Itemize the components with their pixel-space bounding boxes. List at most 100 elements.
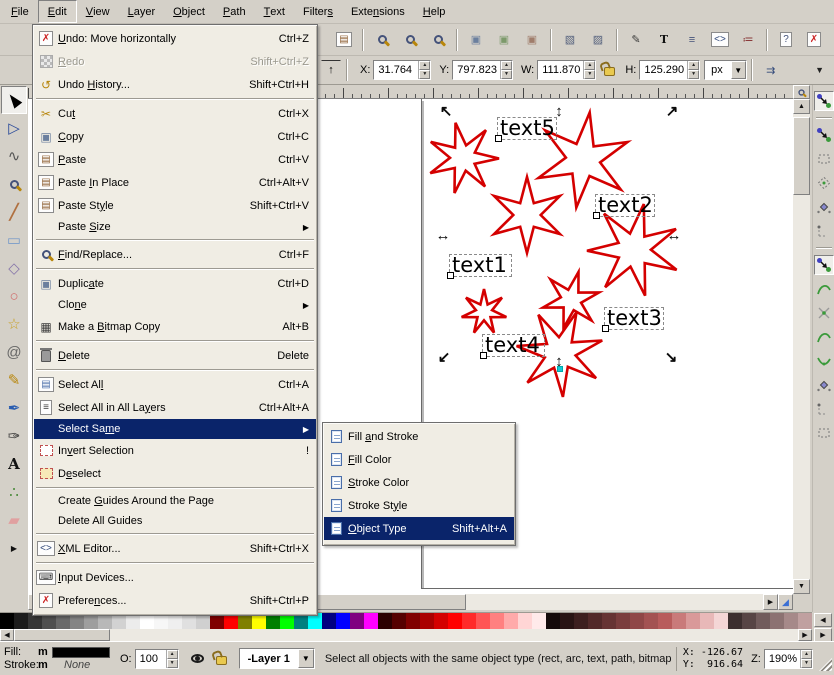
snap-paths-icon[interactable]: [814, 279, 834, 299]
lock-ratio-icon[interactable]: [604, 67, 615, 76]
menubar-item-view[interactable]: View: [77, 0, 119, 23]
edit-menu-item-undo-history[interactable]: ↺Undo History...Shift+Ctrl+H: [34, 73, 316, 96]
zoom-selection-icon[interactable]: [397, 27, 423, 53]
ruler-corner-zoom-icon[interactable]: [793, 85, 810, 99]
edit-menu-item-paste[interactable]: ▤PasteCtrl+V: [34, 148, 316, 171]
submenu-item-object-type[interactable]: Object TypeShift+Alt+A: [324, 517, 514, 540]
box3d-tool[interactable]: ◇: [1, 254, 27, 282]
text-dialog-icon[interactable]: T: [651, 27, 677, 53]
palette-swatch-45[interactable]: [630, 613, 644, 629]
y-field[interactable]: 797.823: [452, 60, 513, 80]
selection-scale-handle-se[interactable]: ↘: [663, 350, 679, 366]
palette-next-icon[interactable]: ▶: [814, 628, 832, 642]
ellipse-tool[interactable]: ○: [1, 282, 27, 310]
palette-swatch-39[interactable]: [546, 613, 560, 629]
text-object-text2[interactable]: text2: [595, 194, 655, 217]
edit-menu-item-select-same[interactable]: Select Same▶: [34, 419, 316, 439]
palette-swatch-55[interactable]: [770, 613, 784, 629]
scroll-right-icon[interactable]: ▶: [763, 594, 778, 610]
layer-visibility-icon[interactable]: [191, 654, 204, 663]
edit-menu-item-paste-in-place[interactable]: ▤Paste In PlaceCtrl+Alt+V: [34, 171, 316, 194]
palette-swatch-57[interactable]: [798, 613, 812, 629]
unlink-clone-icon[interactable]: ▣: [519, 27, 545, 53]
palette-swatch-26[interactable]: [364, 613, 378, 629]
duplicate-icon[interactable]: ▣: [463, 27, 489, 53]
selection-scale-handle-ne[interactable]: ↗: [664, 104, 680, 120]
snap-page-border-icon[interactable]: [814, 423, 834, 443]
text-object-text5[interactable]: text5: [497, 117, 557, 140]
missing-icon[interactable]: ✗: [801, 27, 827, 53]
snap-object-centers-icon[interactable]: [814, 399, 834, 419]
menubar-item-layer[interactable]: Layer: [119, 0, 165, 23]
snap-toolbar-toggle-icon[interactable]: ◢: [778, 594, 793, 610]
palette-swatch-40[interactable]: [560, 613, 574, 629]
layer-selector[interactable]: -Layer 1▼: [239, 648, 315, 669]
palette-swatch-30[interactable]: [420, 613, 434, 629]
palette-prev-icon[interactable]: ◀: [814, 613, 832, 627]
node-tool[interactable]: ▷: [1, 114, 27, 142]
align-dialog-icon[interactable]: ≔: [735, 27, 761, 53]
layers-dialog-icon[interactable]: ≡: [679, 27, 705, 53]
edit-menu-item-find-replace[interactable]: Find/Replace...Ctrl+F: [34, 243, 316, 266]
star-tool[interactable]: ☆: [1, 310, 27, 338]
menubar-item-object[interactable]: Object: [164, 0, 214, 23]
edit-menu-item-paste-style[interactable]: ▤Paste StyleShift+Ctrl+V: [34, 194, 316, 217]
snap-path-intersections-icon[interactable]: [814, 303, 834, 323]
palette-swatch-28[interactable]: [392, 613, 406, 629]
palette-swatch-37[interactable]: [518, 613, 532, 629]
paste-icon[interactable]: ▤: [331, 27, 357, 53]
palette-swatch-43[interactable]: [602, 613, 616, 629]
edit-menu-item-redo[interactable]: RedoShift+Ctrl+Z: [34, 50, 316, 73]
palette-scroll-left-icon[interactable]: ◀: [0, 629, 14, 641]
palette-swatch-25[interactable]: [350, 613, 364, 629]
palette-swatch-38[interactable]: [532, 613, 546, 629]
raise-to-top-icon[interactable]: ↑: [321, 60, 341, 80]
palette-swatch-33[interactable]: [462, 613, 476, 629]
palette-swatch-34[interactable]: [476, 613, 490, 629]
palette-swatch-48[interactable]: [672, 613, 686, 629]
palette-scroll-right-icon[interactable]: ▶: [798, 629, 812, 641]
edit-menu-item-delete-all-guides[interactable]: Delete All Guides: [34, 511, 316, 531]
star-shape-5[interactable]: [462, 289, 507, 333]
snap-bbox-corners-icon[interactable]: [814, 173, 834, 193]
palette-swatch-32[interactable]: [448, 613, 462, 629]
text-object-text3[interactable]: text3: [604, 307, 664, 330]
resize-grip[interactable]: [819, 658, 832, 671]
edit-menu-item-input-devices[interactable]: ⌨Input Devices...: [34, 566, 316, 589]
edit-menu-item-select-all[interactable]: ▤Select AllCtrl+A: [34, 373, 316, 396]
palette-swatch-24[interactable]: [336, 613, 350, 629]
palette-swatch-47[interactable]: [658, 613, 672, 629]
snap-bbox-edge-midpoints-icon[interactable]: [814, 197, 834, 217]
edit-menu-item-cut[interactable]: ✂CutCtrl+X: [34, 102, 316, 125]
selection-scale-handle-nw[interactable]: ↖: [438, 104, 454, 120]
fill-stroke-dialog-icon[interactable]: ✎: [623, 27, 649, 53]
star-shape-1[interactable]: [430, 123, 499, 193]
fill-swatch[interactable]: [52, 647, 110, 658]
clone-icon[interactable]: ▣: [491, 27, 517, 53]
edit-menu-item-undo-move-horizontally[interactable]: ✗Undo: Move horizontallyCtrl+Z: [34, 27, 316, 50]
selection-scale-handle-e[interactable]: ↔: [666, 228, 682, 244]
menubar-item-extensions[interactable]: Extensions: [342, 0, 414, 23]
edit-menu-item-create-guides-around-the-page[interactable]: Create Guides Around the Page: [34, 491, 316, 511]
group-icon[interactable]: ▧: [557, 27, 583, 53]
scroll-down-icon[interactable]: ▼: [793, 579, 810, 594]
palette-swatch-36[interactable]: [504, 613, 518, 629]
menubar-item-edit[interactable]: Edit: [38, 0, 77, 23]
selection-scale-handle-sw[interactable]: ↙: [436, 350, 452, 366]
submenu-item-fill-color[interactable]: Fill Color: [324, 448, 514, 471]
text-tool[interactable]: A: [1, 450, 27, 478]
eraser-tool[interactable]: ▰: [1, 506, 27, 534]
menubar-item-file[interactable]: File: [2, 0, 38, 23]
palette-swatch-23[interactable]: [322, 613, 336, 629]
snap-line-midpoints-icon[interactable]: [814, 375, 834, 395]
selection-scale-handle-n[interactable]: ↕: [551, 104, 567, 120]
menubar-item-help[interactable]: Help: [414, 0, 455, 23]
palette-scrollbar[interactable]: ◀ ▶: [0, 629, 812, 641]
edit-menu-item-delete[interactable]: DeleteDelete: [34, 344, 316, 367]
menubar-item-path[interactable]: Path: [214, 0, 255, 23]
text-object-text1[interactable]: text1: [449, 254, 512, 277]
layer-lock-icon[interactable]: [216, 656, 227, 665]
palette-swatch-53[interactable]: [742, 613, 756, 629]
toolbox-overflow-arrow[interactable]: ▶: [1, 534, 27, 562]
edit-menu-item-invert-selection[interactable]: Invert Selection!: [34, 439, 316, 462]
